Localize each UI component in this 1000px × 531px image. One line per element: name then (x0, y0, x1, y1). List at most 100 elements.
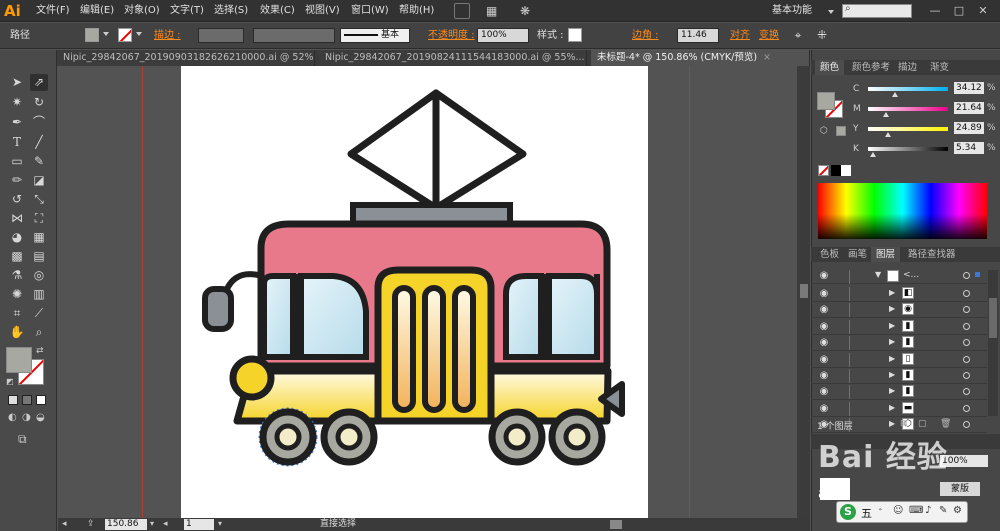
eyedropper-tool-icon[interactable]: ⚗ (8, 267, 26, 284)
expand-triangle-icon[interactable]: ▶ (889, 403, 895, 412)
channel-k-thumb[interactable] (870, 152, 876, 157)
layer-row[interactable]: ◉ ▶ ▯ (811, 352, 987, 368)
layers-scroll-thumb[interactable] (989, 298, 997, 338)
type-tool-icon[interactable]: T (8, 134, 26, 151)
tab-pathfinder[interactable]: 路径查找器 (903, 247, 961, 262)
tab-document-1[interactable]: Nipic_29842067_20190903182626210000.ai @… (57, 50, 315, 66)
transform-link[interactable]: 变换 (759, 30, 779, 42)
stroke-swatch[interactable] (118, 28, 132, 42)
voice-icon[interactable]: ♪ (925, 505, 931, 516)
layer-row[interactable]: ◉ ▶ ▮ (811, 335, 987, 352)
slice-tool-icon[interactable]: ⟋ (30, 305, 48, 322)
eye-icon[interactable]: ◉ (817, 369, 831, 383)
layer-row[interactable]: ◉ ▶ ◉ (811, 302, 987, 319)
tab-layers[interactable]: 图层 (871, 247, 901, 262)
expand-triangle-icon[interactable]: ▶ (889, 288, 895, 297)
layer-row[interactable]: ◉ ▶ ▮ (811, 368, 987, 384)
menu-type[interactable]: 文字(T) (170, 3, 204, 19)
expand-triangle-icon[interactable]: ▶ (889, 337, 895, 346)
curvature-tool-icon[interactable]: ⌒ (30, 114, 48, 131)
pencil-tool-icon[interactable]: ✏ (8, 172, 26, 189)
tab-brushes[interactable]: 画笔 (843, 247, 872, 262)
layer-name[interactable]: <... (903, 270, 919, 280)
eye-icon[interactable]: ◉ (817, 402, 831, 416)
bridge-icon[interactable] (454, 3, 470, 19)
stroke-caret-icon[interactable] (136, 32, 142, 36)
zoom-caret-icon[interactable]: ▾ (150, 519, 154, 528)
horizontal-scroll-thumb[interactable] (610, 520, 622, 529)
eye-icon[interactable]: ◉ (817, 336, 831, 350)
ime-punct-icon[interactable]: ﾞ (879, 505, 884, 520)
swap-fill-stroke-icon[interactable]: ⇄ (36, 346, 44, 356)
eye-icon[interactable]: ◉ (817, 303, 831, 317)
line-tool-icon[interactable]: ╱ (30, 134, 48, 151)
eye-icon[interactable]: ◉ (817, 287, 831, 301)
default-fill-stroke-icon[interactable]: ◩ (6, 377, 14, 386)
mesh-tool-icon[interactable]: ▩ (8, 248, 26, 265)
target-indicator[interactable] (963, 404, 970, 412)
expand-triangle-icon[interactable]: ▶ (889, 419, 895, 428)
channel-y-value[interactable]: 24.89 (954, 122, 984, 134)
expand-triangle-icon[interactable]: ▶ (889, 354, 895, 363)
channel-m-thumb[interactable] (883, 112, 889, 117)
corner-radius-input[interactable]: 11.46 (677, 28, 719, 43)
skin-icon[interactable]: ✎ (939, 505, 947, 516)
free-transform-tool-icon[interactable]: ⛶ (30, 210, 48, 227)
target-indicator[interactable] (963, 372, 970, 379)
lasso-tool-icon[interactable]: ↻ (30, 94, 48, 111)
target-indicator[interactable] (963, 306, 970, 314)
brush-definition-dropdown[interactable]: 基本 (340, 28, 410, 43)
column-graph-tool-icon[interactable]: ▥ (30, 286, 48, 303)
sogou-icon[interactable]: S (840, 504, 856, 520)
stroke-weight-link[interactable]: 描边 : (154, 30, 181, 42)
expand-triangle-icon[interactable]: ▶ (889, 321, 895, 330)
workspace-switcher[interactable]: 基本功能 (772, 3, 812, 19)
rotate-tool-icon[interactable]: ↺ (8, 191, 26, 208)
channel-k-slider[interactable] (868, 147, 948, 151)
perspective-grid-tool-icon[interactable]: ▦ (30, 229, 48, 246)
target-indicator[interactable] (963, 272, 970, 279)
eye-icon[interactable]: ◉ (817, 385, 831, 399)
horn[interactable] (202, 286, 234, 332)
tab-gradient[interactable]: 渐变 (925, 60, 954, 75)
tab-swatches[interactable]: 色板 (815, 247, 844, 262)
front-window[interactable] (261, 273, 296, 360)
layers-scrollbar[interactable] (988, 270, 998, 416)
artboard-caret-icon[interactable]: ▾ (218, 519, 222, 528)
wheel[interactable] (488, 408, 546, 466)
delete-layer-icon[interactable]: 🗑 (940, 419, 951, 429)
out-of-gamut-icon[interactable]: ⬡ (820, 126, 828, 136)
target-indicator[interactable] (963, 421, 970, 429)
none-mode-icon[interactable] (36, 395, 46, 405)
channel-k-value[interactable]: 5.34 (954, 142, 984, 154)
panel-fill-box[interactable] (817, 92, 835, 110)
search-input[interactable]: ⌕ (842, 3, 912, 18)
ime-toolbar[interactable]: S 五 ﾞ ☺ ⌨ ♪ ✎ ⚙ (836, 501, 968, 523)
direct-selection-tool-icon[interactable]: ⇗ (30, 74, 48, 91)
corner-link[interactable]: 边角 : (632, 30, 659, 42)
fill-swatch[interactable] (85, 28, 99, 42)
menu-window[interactable]: 窗口(W) (351, 3, 389, 19)
artboard-tool-icon[interactable]: ⌗ (8, 305, 26, 322)
shape-builder-tool-icon[interactable]: ◕ (8, 229, 26, 246)
menu-view[interactable]: 视图(V) (305, 3, 340, 19)
channel-m-value[interactable]: 21.64 (954, 102, 984, 114)
magic-wand-tool-icon[interactable]: ✷ (8, 94, 26, 111)
ime-settings-icon[interactable]: ⚙ (953, 505, 962, 516)
expand-triangle-icon[interactable]: ▶ (889, 386, 895, 395)
expand-triangle-icon[interactable]: ▶ (889, 370, 895, 379)
channel-y-slider[interactable] (868, 127, 948, 131)
target-indicator[interactable] (963, 355, 970, 363)
menu-effect[interactable]: 效果(C) (260, 3, 295, 19)
none-swatch[interactable] (818, 165, 829, 176)
maximize-button[interactable]: □ (949, 2, 969, 20)
artboard[interactable] (181, 66, 648, 518)
eye-icon[interactable]: ◉ (817, 269, 831, 283)
right-window-2[interactable] (546, 273, 600, 360)
right-window-1[interactable] (503, 273, 544, 360)
layer-row[interactable]: ◉ ▶ ▮ (811, 319, 987, 335)
color-mode-icon[interactable] (8, 395, 18, 405)
vertical-scroll-thumb[interactable] (800, 284, 808, 298)
hand-tool-icon[interactable]: ✋ (8, 324, 26, 341)
gradient-mode-icon[interactable] (22, 395, 32, 405)
